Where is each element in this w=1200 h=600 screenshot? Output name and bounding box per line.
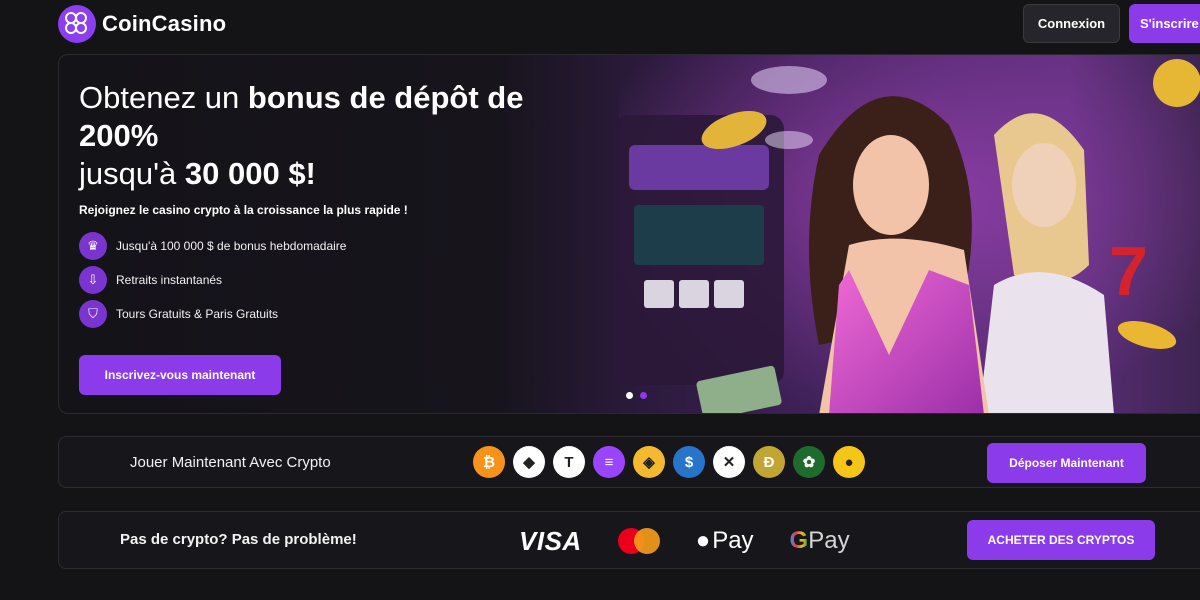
buy-crypto-button[interactable]: ACHETER DES CRYPTOS: [967, 520, 1155, 560]
bitcoin-icon: ₿: [473, 446, 505, 478]
apple-pay-logo: ● Pay: [696, 527, 754, 555]
hero-subtitle: Rejoignez le casino crypto à la croissan…: [79, 203, 408, 217]
crown-icon: ♛: [79, 232, 107, 260]
hero-banner: 7 Obtenez un bonus de dépôt de 200% jusq…: [58, 54, 1200, 414]
google-pay-logo: G Pay: [790, 527, 850, 555]
usdc-icon: $: [673, 446, 705, 478]
feature-label: Tours Gratuits & Paris Gratuits: [116, 307, 279, 321]
feature-item: ⛉ Tours Gratuits & Paris Gratuits: [79, 297, 599, 331]
logo-text: CoinCasino: [102, 11, 227, 36]
apple-pay-text: Pay: [712, 527, 754, 554]
feature-item: ⇩ Retraits instantanés: [79, 263, 599, 297]
hero-title-amount: 30 000 $!: [184, 156, 316, 191]
shield-icon: ⛉: [79, 300, 107, 328]
carousel-dots: [626, 392, 647, 399]
signup-button[interactable]: S'inscrire: [1129, 4, 1200, 43]
solana-icon: ≡: [593, 446, 625, 478]
dogecoin-icon: Ð: [753, 446, 785, 478]
register-now-button[interactable]: Inscrivez-vous maintenant: [79, 355, 281, 395]
hero-title-text: Obtenez un: [79, 80, 248, 115]
payment-bar-label: Pas de crypto? Pas de problème!: [120, 531, 357, 548]
crypto-bar-label: Jouer Maintenant Avec Crypto: [130, 454, 331, 471]
google-pay-text: Pay: [808, 527, 850, 554]
feature-label: Retraits instantanés: [116, 273, 223, 287]
payment-bar: Pas de crypto? Pas de problème! VISA ● Pa…: [58, 511, 1200, 569]
mastercard-icon: [617, 528, 660, 554]
feature-list: ♛ Jusqu'à 100 000 $ de bonus hebdomadair…: [79, 229, 599, 331]
payment-methods: VISA ● Pay G Pay: [519, 526, 850, 556]
token-icon: ✿: [793, 446, 825, 478]
carousel-dot-1[interactable]: [626, 392, 633, 399]
apple-icon: ●: [695, 527, 711, 554]
hero-title: Obtenez un bonus de dépôt de 200% jusqu'…: [79, 79, 599, 193]
carousel-dot-2[interactable]: [640, 392, 647, 399]
deposit-now-button[interactable]: Déposer Maintenant: [987, 443, 1146, 483]
feature-label: Jusqu'à 100 000 $ de bonus hebdomadaire: [116, 239, 347, 253]
withdraw-icon: ⇩: [79, 266, 107, 294]
shiba-icon: ●: [833, 446, 865, 478]
hero-content: Obtenez un bonus de dépôt de 200% jusqu'…: [79, 79, 599, 331]
crypto-bar: Jouer Maintenant Avec Crypto ₿ ◆ T ≡ ◈ $ ✕ Ð ✿ ● …: [58, 436, 1200, 488]
logo-icon: [58, 5, 96, 43]
svg-text:7: 7: [1109, 232, 1148, 310]
feature-item: ♛ Jusqu'à 100 000 $ de bonus hebdomadair…: [79, 229, 599, 263]
logo[interactable]: CoinCasino: [58, 5, 226, 43]
crypto-coin-list: ₿ ◆ T ≡ ◈ $ ✕ Ð ✿ ●: [473, 446, 865, 478]
tether-icon: T: [553, 446, 585, 478]
visa-logo: VISA: [519, 525, 582, 556]
login-button[interactable]: Connexion: [1023, 4, 1120, 43]
hero-title-text-2: jusqu'à: [79, 156, 185, 191]
google-g-icon: G: [789, 527, 809, 554]
ethereum-icon: ◆: [513, 446, 545, 478]
top-navbar: CoinCasino Connexion S'inscrire: [0, 0, 1200, 48]
xrp-icon: ✕: [713, 446, 745, 478]
bnb-icon: ◈: [633, 446, 665, 478]
